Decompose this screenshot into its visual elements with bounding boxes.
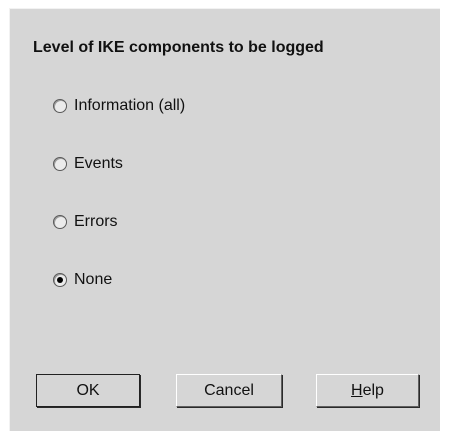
radio-button-selected[interactable] [53, 273, 67, 287]
help-button[interactable]: Help [316, 374, 419, 407]
option-label: Information (all) [74, 97, 186, 114]
option-label: None [74, 271, 113, 288]
option-errors[interactable]: Errors [53, 213, 118, 231]
option-label: Events [74, 155, 123, 172]
option-label: Errors [74, 213, 118, 230]
option-information-all[interactable]: Information (all) [53, 97, 185, 115]
dialog-title: Level of IKE components to be logged [33, 39, 324, 56]
radio-button[interactable] [53, 215, 67, 229]
radio-button[interactable] [53, 99, 67, 113]
ike-logging-dialog: Level of IKE components to be logged Inf… [9, 8, 440, 431]
help-mnemonic: H [351, 381, 363, 399]
radio-button[interactable] [53, 157, 67, 171]
option-events[interactable]: Events [53, 155, 123, 173]
ok-button[interactable]: OK [36, 374, 140, 407]
help-label: elp [362, 381, 384, 399]
cancel-button[interactable]: Cancel [176, 374, 282, 407]
option-none[interactable]: None [53, 271, 112, 289]
